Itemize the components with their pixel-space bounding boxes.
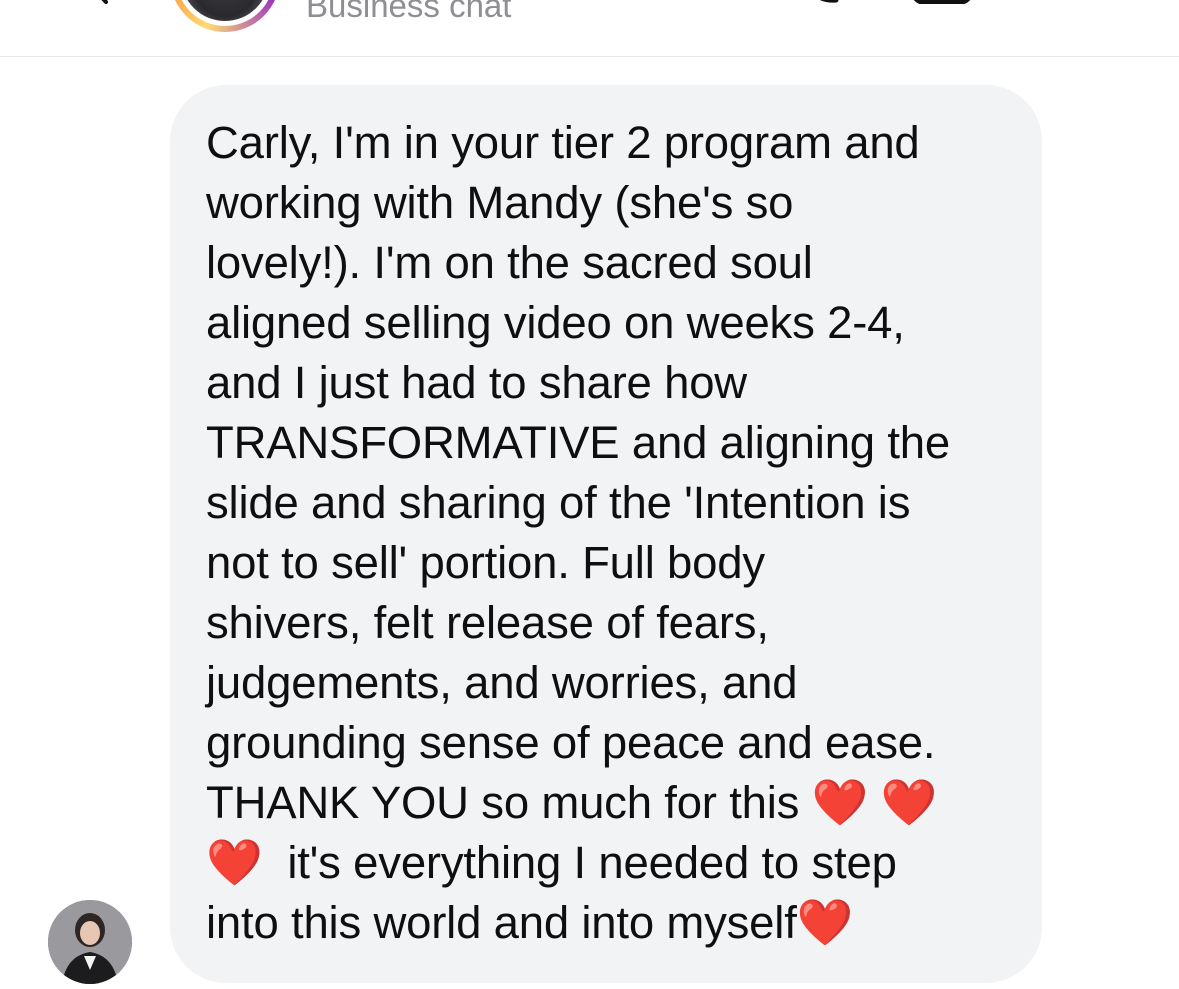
sender-avatar[interactable]: [48, 900, 132, 984]
message-text: Carly, I'm in your tier 2 program and wo…: [206, 117, 950, 948]
header-subtitle: Business chat: [306, 0, 512, 24]
info-icon[interactable]: [1082, 0, 1112, 4]
phone-icon[interactable]: [800, 0, 840, 4]
sender-photo: [48, 900, 132, 984]
profile-avatar[interactable]: [170, 0, 280, 32]
video-icon[interactable]: [910, 0, 970, 4]
message-bubble[interactable]: Carly, I'm in your tier 2 program and wo…: [170, 85, 1042, 983]
chat-header: Business chat: [0, 0, 1179, 57]
back-arrow-icon[interactable]: [84, 0, 118, 4]
